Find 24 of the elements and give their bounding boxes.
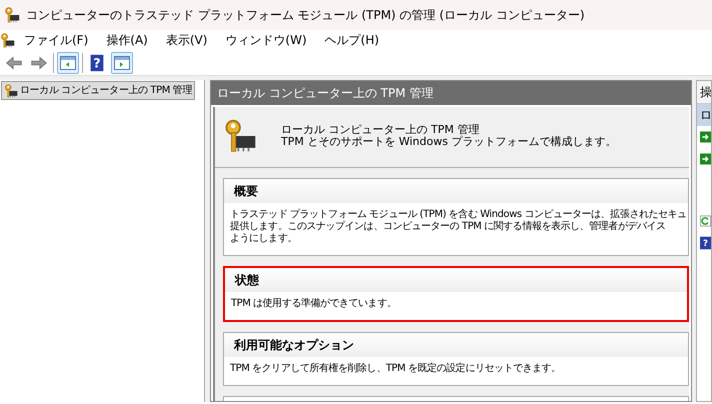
menu-item[interactable]: ファイル(F)	[15, 31, 98, 49]
key-chip-icon	[4, 84, 18, 98]
section-text: TPM をクリアして所有権を削除し、TPM を既定の設定にリセットできます。	[229, 363, 562, 375]
key-chip-icon	[0, 32, 15, 48]
section-text: ようにします。	[229, 233, 298, 245]
menu-item[interactable]: ヘルプ(H)	[316, 31, 388, 49]
key-chip-icon	[4, 7, 20, 23]
intro-subtitle: TPM とそのサポートを Windows プラットフォームで構成します。	[281, 136, 616, 148]
refresh-icon[interactable]	[700, 214, 711, 228]
menu-item[interactable]: 操作(A)	[97, 31, 157, 49]
menu-item[interactable]: ウィンドウ(W)	[216, 31, 316, 49]
show-hide-action-pane-icon[interactable]	[111, 52, 133, 74]
menu-item[interactable]: 表示(V)	[156, 31, 216, 49]
action-group-row[interactable]: ロ	[697, 104, 711, 126]
pane-header: ローカル コンピューター上の TPM 管理	[211, 81, 691, 105]
section-text: TPM は使用する準備ができています。	[230, 298, 398, 310]
window-title: コンピューターのトラステッド プラットフォーム モジュール (TPM) の管理 (ローカル コンピューター)	[26, 7, 585, 24]
tree-item[interactable]: ローカル コンピューター上の TPM 管理	[1, 81, 195, 100]
help-icon[interactable]: ?	[700, 235, 711, 251]
section-text: 提供します。このスナップインは、コンピューターの TPM に関する情報を表示し、管理者がデバイス	[229, 221, 667, 233]
intro-title: ローカル コンピューター上の TPM 管理	[281, 124, 480, 136]
section-text: トラステッド プラットフォーム モジュール (TPM) を含む Windows コンピューターは、拡張されたセキュ	[229, 209, 688, 220]
show-hide-tree-icon[interactable]	[57, 52, 79, 74]
key-chip-icon	[223, 119, 257, 153]
